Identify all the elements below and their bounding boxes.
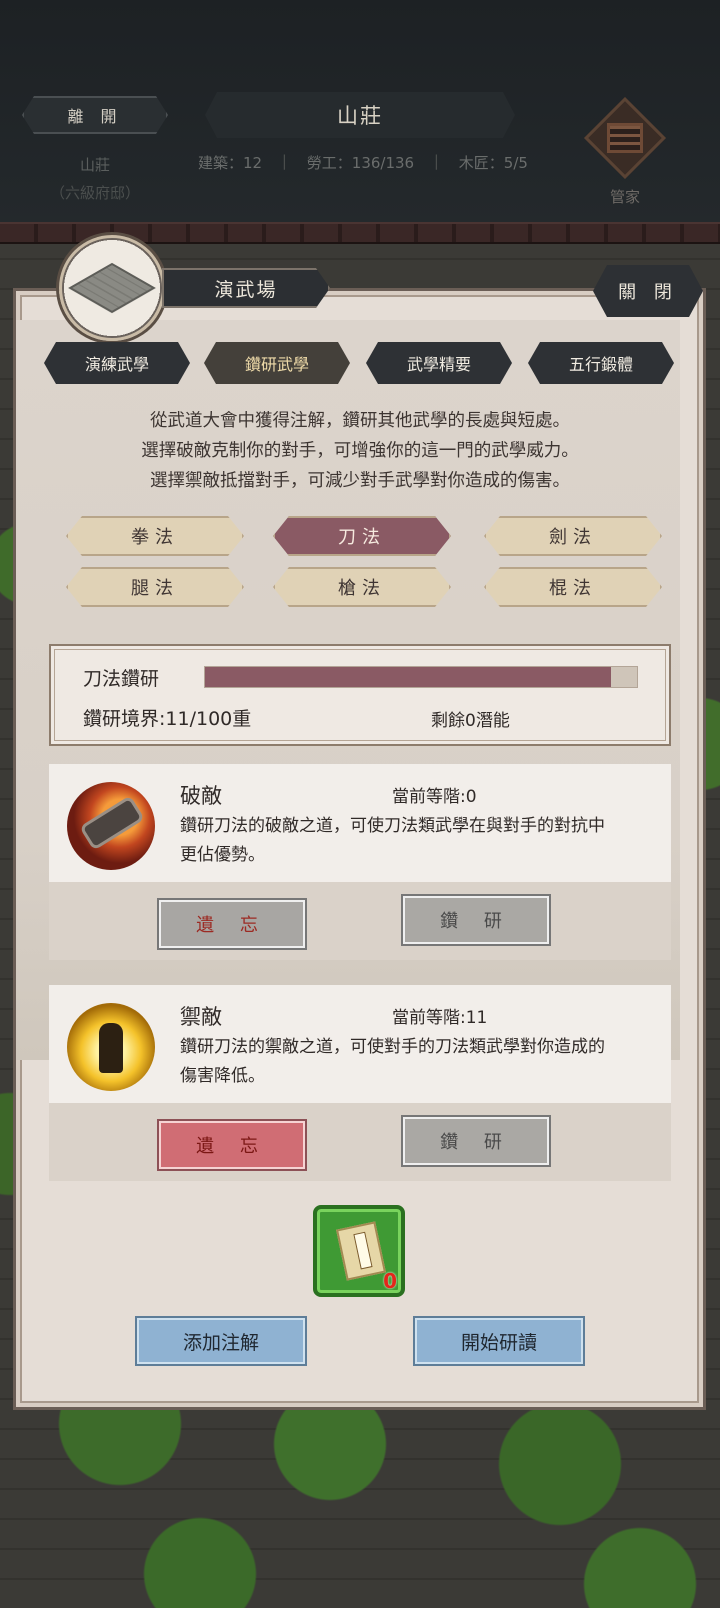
tab-practice[interactable]: 演練武學 bbox=[44, 342, 190, 384]
tab-essentials[interactable]: 武學精要 bbox=[366, 342, 512, 384]
arena-icon bbox=[68, 262, 156, 314]
progress-label: 刀法鑽研 bbox=[83, 668, 160, 690]
research-progress-box: 刀法鑽研 鑽研境界:11/100重 剩餘0潛能 bbox=[49, 644, 671, 746]
skill-card-guard: 禦敵 當前等階:11 鑽研刀法的禦敵之道，可使對手的刀法類武學對你造成的傷害降低… bbox=[49, 985, 671, 1181]
skill-tier: 當前等階:11 bbox=[392, 1008, 488, 1028]
skill-card-header: 禦敵 當前等階:11 鑽研刀法的禦敵之道，可使對手的刀法類武學對你造成的傷害降低… bbox=[49, 985, 671, 1103]
forget-button[interactable]: 遺 忘 bbox=[157, 1119, 307, 1171]
tab-five-elements[interactable]: 五行鍛體 bbox=[528, 342, 674, 384]
study-button[interactable]: 鑽 研 bbox=[401, 894, 551, 946]
annotation-book-icon bbox=[336, 1221, 386, 1281]
training-ground-thumbnail bbox=[59, 235, 165, 341]
description-line: 從武道大會中獲得注解，鑽研其他武學的長處與短處。 bbox=[150, 411, 570, 431]
start-study-button[interactable]: 開始研讀 bbox=[413, 1316, 585, 1366]
manor-title: 山莊 bbox=[205, 92, 515, 138]
leave-button[interactable]: 離 開 bbox=[22, 96, 168, 134]
location-name: 山莊 bbox=[79, 156, 110, 174]
club-shape bbox=[83, 799, 141, 847]
panel-tabs: 演練武學 鑽研武學 武學精要 五行鍛體 bbox=[44, 342, 678, 384]
style-staff-button[interactable]: 棍法 bbox=[484, 567, 662, 607]
research-level: 鑽研境界:11/100重 bbox=[83, 708, 252, 730]
skill-card-header: 破敵 當前等階:0 鑽研刀法的破敵之道，可使刀法類武學在與對手的對抗中更佔優勢。 bbox=[49, 764, 671, 882]
forget-button[interactable]: 遺 忘 bbox=[157, 898, 307, 950]
remaining-potential: 剩餘0潛能 bbox=[431, 711, 510, 731]
close-button[interactable]: 關 閉 bbox=[593, 265, 703, 317]
skill-card-actions: 遺 忘 鑽 研 bbox=[49, 882, 671, 960]
description-line: 選擇破敵克制你的對手，可增強你的這一門的武學威力。 bbox=[141, 441, 579, 461]
abacus-icon bbox=[607, 123, 643, 153]
skill-description: 鑽研刀法的破敵之道，可使刀法類武學在與對手的對抗中更佔優勢。 bbox=[180, 816, 605, 865]
stat-divider: | bbox=[433, 152, 439, 170]
guard-fighter-icon bbox=[67, 1003, 155, 1091]
style-blade-button[interactable]: 刀法 bbox=[273, 516, 451, 556]
location-rank: （六級府邸） bbox=[49, 184, 140, 202]
style-kick-button[interactable]: 腿法 bbox=[66, 567, 244, 607]
laborers-stat: 勞工：136/136 bbox=[306, 154, 415, 172]
style-sword-button[interactable]: 劍法 bbox=[484, 516, 662, 556]
skill-card-breaking: 破敵 當前等階:0 鑽研刀法的破敵之道，可使刀法類武學在與對手的對抗中更佔優勢。… bbox=[49, 764, 671, 960]
research-description: 從武道大會中獲得注解，鑽研其他武學的長處與短處。 選擇破敵克制你的對手，可增強你… bbox=[40, 406, 680, 496]
carpenters-stat: 木匠：5/5 bbox=[458, 154, 528, 172]
stat-divider: | bbox=[281, 152, 287, 170]
scene-title: 演武場 bbox=[162, 268, 330, 308]
style-spear-button[interactable]: 槍法 bbox=[273, 567, 451, 607]
buildings-stat: 建築：12 bbox=[198, 154, 263, 172]
study-button[interactable]: 鑽 研 bbox=[401, 1115, 551, 1167]
fighter-shape bbox=[99, 1023, 123, 1073]
add-annotation-button[interactable]: 添加注解 bbox=[135, 1316, 307, 1366]
progress-fill bbox=[205, 667, 612, 687]
skill-card-actions: 遺 忘 鑽 研 bbox=[49, 1103, 671, 1181]
description-line: 選擇禦敵抵擋對手，可減少對手武學對你造成的傷害。 bbox=[150, 471, 570, 491]
tab-research[interactable]: 鑽研武學 bbox=[204, 342, 350, 384]
skill-name: 禦敵 bbox=[180, 1005, 222, 1029]
style-fist-button[interactable]: 拳法 bbox=[66, 516, 244, 556]
spiked-club-icon bbox=[67, 782, 155, 870]
skill-description: 鑽研刀法的禦敵之道，可使對手的刀法類武學對你造成的傷害降低。 bbox=[180, 1037, 605, 1086]
skill-tier: 當前等階:0 bbox=[392, 787, 477, 807]
steward-button[interactable] bbox=[583, 96, 667, 180]
steward-label: 管家 bbox=[609, 188, 640, 206]
progress-bar bbox=[204, 666, 638, 688]
skill-name: 破敵 bbox=[180, 784, 222, 808]
annotation-count: 0 bbox=[383, 1269, 397, 1293]
manor-stats: 建築：12 | 勞工：136/136 | 木匠：5/5 bbox=[198, 152, 528, 173]
annotation-item-slot[interactable]: 0 bbox=[313, 1205, 405, 1297]
